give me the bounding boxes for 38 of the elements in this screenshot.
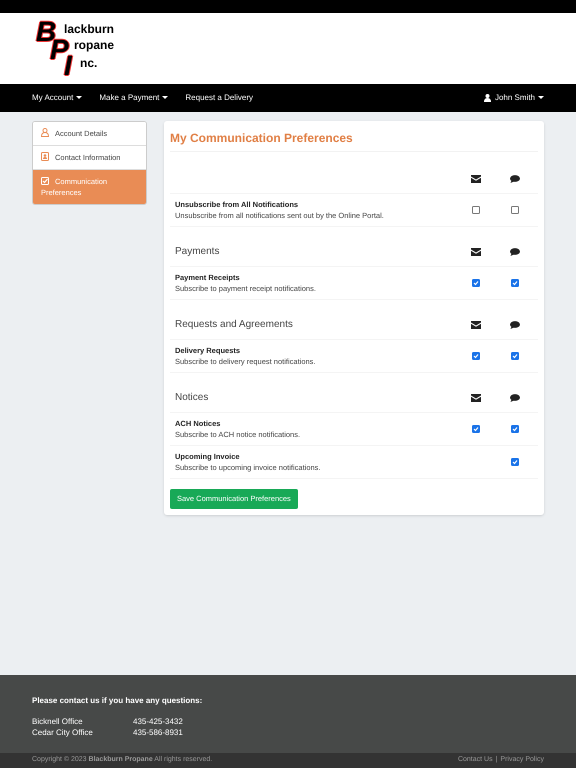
envelope-icon [470,248,480,256]
speech-bubble-icon [510,394,520,402]
checkbox[interactable] [472,425,480,433]
office-name: Bicknell Office [32,716,84,727]
checkbox[interactable] [510,425,518,433]
nav-link[interactable]: Make a Payment [99,92,168,104]
footer-heading: Please contact us if you have any questions: [32,695,204,707]
section-heading: Requests and Agreements [174,318,294,332]
checkbox[interactable] [472,279,480,287]
checkbox[interactable] [472,206,480,214]
envelope-icon [470,174,480,182]
logo-text: lackburn [64,22,114,36]
office-name: Cedar City Office [32,727,94,738]
caret-icon [538,96,544,100]
logo-text: ropane [74,38,114,52]
logo-text: nc. [80,56,98,70]
checkbox[interactable] [510,279,518,287]
speech-bubble-icon [510,320,520,328]
checkbox[interactable] [510,206,518,214]
checkbox[interactable] [510,458,518,466]
checkbox-icon [41,177,49,185]
envelope-icon [470,320,480,328]
office-phone: 435-425-3432 [133,716,183,727]
section-heading: Payments [174,245,220,259]
office-phone: 435-586-8931 [133,727,183,738]
user-icon [484,94,491,102]
envelope-icon [470,394,480,402]
speech-bubble-icon [510,174,520,182]
checkbox[interactable] [472,352,480,360]
nav-link[interactable]: My Account [32,92,82,104]
speech-bubble-icon [510,248,520,256]
nav-link[interactable]: Request a Delivery [185,92,253,104]
section-heading: Notices [174,391,210,405]
user-icon [41,128,49,137]
contact-card-icon [41,152,49,161]
checkbox[interactable] [510,352,518,360]
user-menu[interactable]: John Smith [484,92,544,104]
page-title: My Communication Preferences [170,125,538,152]
